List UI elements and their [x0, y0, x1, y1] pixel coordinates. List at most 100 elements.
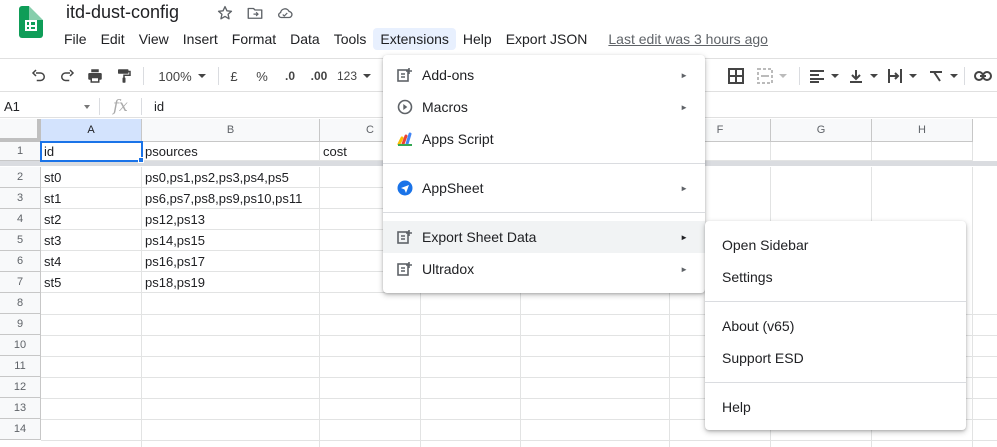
menu-item-label: Open Sidebar — [722, 237, 809, 253]
row-header-1[interactable]: 1 — [0, 142, 41, 161]
menu-item-label: About (v65) — [722, 318, 795, 334]
row-header-12[interactable]: 12 — [0, 377, 41, 398]
last-edit-link[interactable]: Last edit was 3 hours ago — [608, 31, 768, 47]
submenu-arrow-icon: ► — [680, 70, 688, 80]
menu-item-appsheet[interactable]: AppSheet ► — [383, 172, 705, 204]
menu-data[interactable]: Data — [283, 28, 327, 50]
menu-item-about[interactable]: About (v65) — [705, 310, 966, 342]
menu-help[interactable]: Help — [456, 28, 499, 50]
menu-item-help[interactable]: Help — [705, 391, 966, 423]
cell-g1[interactable] — [771, 142, 872, 161]
sheets-logo-icon[interactable] — [19, 6, 43, 38]
formula-input[interactable]: id — [154, 99, 164, 114]
decrease-decimal-label: .0 — [284, 69, 295, 83]
row-header-2[interactable]: 2 — [0, 167, 41, 188]
macros-icon — [397, 99, 413, 115]
menu-item-label: Add-ons — [422, 67, 475, 83]
more-formats-button[interactable]: 123 — [335, 65, 373, 87]
submenu-arrow-icon: ► — [680, 183, 688, 193]
menu-item-export-sheet-data[interactable]: Export Sheet Data ► — [383, 221, 705, 253]
menu-bar: File Edit View Insert Format Data Tools … — [57, 27, 768, 51]
export-sheet-data-submenu: Open Sidebar Settings About (v65) Suppor… — [705, 221, 966, 430]
document-title[interactable]: itd-dust-config — [66, 2, 179, 23]
submenu-arrow-icon: ► — [680, 102, 688, 112]
menu-item-apps-script[interactable]: Apps Script — [383, 123, 705, 155]
menu-item-label: Ultradox — [422, 261, 475, 277]
menu-view[interactable]: View — [132, 28, 176, 50]
submenu-arrow-icon: ► — [680, 264, 688, 274]
menu-item-label: Macros — [422, 99, 468, 115]
redo-icon[interactable] — [56, 65, 78, 87]
paint-format-icon[interactable] — [113, 65, 135, 87]
menu-format[interactable]: Format — [225, 28, 283, 50]
menu-item-label: Export Sheet Data — [422, 229, 537, 245]
fx-icon: fx — [113, 96, 128, 115]
row-header-4[interactable]: 4 — [0, 209, 41, 230]
row-header-5[interactable]: 5 — [0, 230, 41, 251]
menu-item-label: Apps Script — [422, 131, 494, 147]
menu-item-macros[interactable]: Macros ► — [383, 91, 705, 123]
borders-icon[interactable] — [726, 65, 746, 87]
menu-tools[interactable]: Tools — [327, 28, 374, 50]
row-header-3[interactable]: 3 — [0, 188, 41, 209]
menu-extensions[interactable]: Extensions — [373, 28, 456, 50]
cell-b1[interactable]: psources — [142, 142, 320, 161]
increase-decimal-label: .00 — [310, 69, 328, 83]
undo-icon[interactable] — [28, 65, 50, 87]
submenu-arrow-icon: ► — [680, 232, 688, 242]
cell-h1[interactable] — [872, 142, 973, 161]
menu-item-settings[interactable]: Settings — [705, 261, 966, 293]
zoom-select[interactable]: 100% — [153, 65, 211, 87]
column-header-h[interactable]: H — [872, 119, 973, 142]
menu-edit[interactable]: Edit — [94, 28, 132, 50]
column-header-b[interactable]: B — [142, 119, 320, 142]
increase-decimal-button[interactable]: .00 — [307, 65, 331, 87]
menu-item-label: Support ESD — [722, 350, 804, 366]
name-box[interactable]: A1 — [4, 99, 20, 114]
row-header-8[interactable]: 8 — [0, 293, 41, 314]
row-header-7[interactable]: 7 — [0, 272, 41, 293]
insert-link-icon[interactable] — [972, 65, 994, 87]
vertical-align-icon[interactable] — [847, 65, 879, 87]
column-header-a[interactable]: A — [41, 119, 142, 142]
row-header-13[interactable]: 13 — [0, 398, 41, 419]
row-header-10[interactable]: 10 — [0, 335, 41, 356]
more-formats-label: 123 — [336, 69, 358, 83]
select-all-corner[interactable] — [0, 119, 41, 142]
menu-item-label: Settings — [722, 269, 773, 285]
extensions-menu: Add-ons ► Macros ► Apps Script AppSheet … — [383, 55, 705, 293]
horizontal-align-icon[interactable] — [808, 65, 840, 87]
move-folder-icon[interactable] — [246, 4, 264, 22]
row-header-9[interactable]: 9 — [0, 314, 41, 335]
fill-handle[interactable] — [138, 157, 144, 163]
menu-item-label: AppSheet — [422, 180, 484, 196]
column-header-g[interactable]: G — [771, 119, 872, 142]
appsheet-icon — [397, 180, 413, 196]
addons-icon — [397, 67, 413, 83]
merge-cells-icon[interactable] — [754, 65, 790, 87]
menu-item-support-esd[interactable]: Support ESD — [705, 342, 966, 374]
currency-format-button[interactable]: £ — [226, 65, 242, 87]
menu-file[interactable]: File — [57, 28, 94, 50]
menu-export-json[interactable]: Export JSON — [499, 28, 595, 50]
ultradox-icon — [397, 261, 413, 277]
menu-insert[interactable]: Insert — [176, 28, 225, 50]
row-header-6[interactable]: 6 — [0, 251, 41, 272]
row-header-11[interactable]: 11 — [0, 356, 41, 377]
menu-item-ultradox[interactable]: Ultradox ► — [383, 253, 705, 285]
row-header-14[interactable]: 14 — [0, 419, 41, 440]
star-icon[interactable] — [216, 4, 234, 22]
menu-item-add-ons[interactable]: Add-ons ► — [383, 59, 705, 91]
text-wrapping-icon[interactable] — [886, 65, 918, 87]
export-sheet-data-icon — [397, 229, 413, 245]
percent-format-button[interactable]: % — [254, 65, 270, 87]
print-icon[interactable] — [84, 65, 106, 87]
apps-script-icon — [397, 131, 413, 147]
cloud-saved-icon[interactable] — [276, 4, 294, 22]
menu-item-open-sidebar[interactable]: Open Sidebar — [705, 229, 966, 261]
cell-a1[interactable]: id — [40, 141, 143, 162]
name-box-caret-icon[interactable] — [84, 105, 90, 109]
menu-item-label: Help — [722, 399, 751, 415]
decrease-decimal-button[interactable]: .0 — [280, 65, 300, 87]
text-rotation-icon[interactable] — [927, 65, 959, 87]
